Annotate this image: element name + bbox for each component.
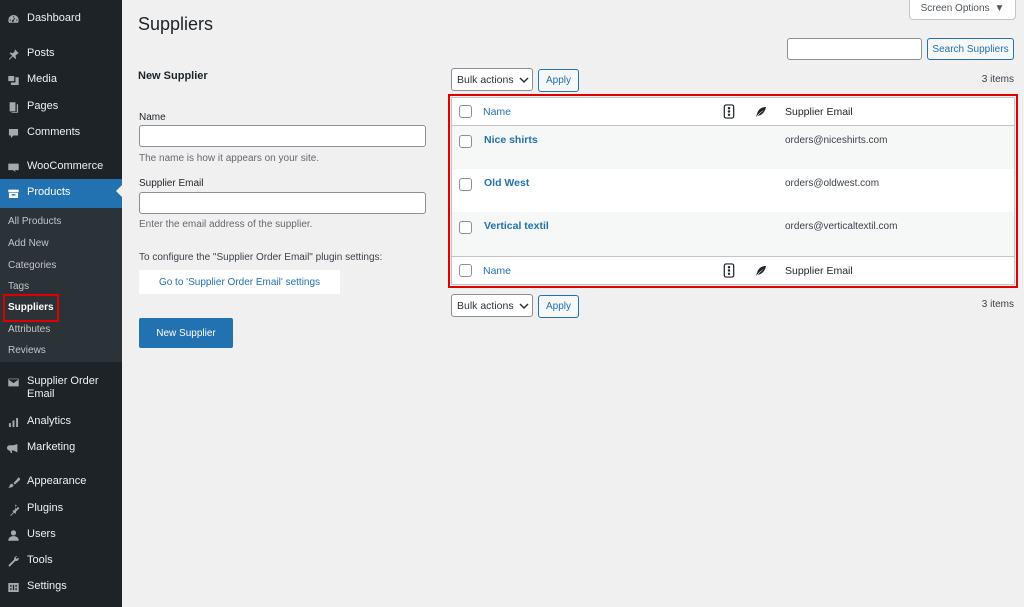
sidebar-item-label: Comments — [27, 126, 81, 138]
email-label: Supplier Email — [139, 178, 204, 189]
sidebar-item-label: Settings — [27, 580, 67, 592]
table-highlight-box — [448, 94, 1018, 288]
sidebar-item-users[interactable]: Users — [0, 528, 122, 542]
sidebar-item-label: Appearance — [27, 475, 87, 487]
apply-button-top[interactable]: Apply — [538, 69, 579, 92]
sidebar-item-settings[interactable]: Settings — [0, 580, 122, 594]
submenu-item-tags[interactable]: Tags — [8, 281, 29, 292]
products-submenu: All Products Add New Categories Tags Sup… — [0, 208, 122, 362]
search-suppliers-button[interactable]: Search Suppliers — [927, 38, 1014, 60]
screen-options-label: Screen Options — [920, 3, 990, 14]
sidebar-item-posts[interactable]: Posts — [0, 47, 122, 61]
email-icon — [6, 375, 20, 389]
chevron-down-icon — [519, 302, 529, 309]
suppliers-highlight-box — [3, 294, 59, 322]
pages-icon — [6, 100, 20, 114]
apply-button-bottom[interactable]: Apply — [538, 295, 579, 318]
email-field[interactable] — [139, 192, 426, 214]
plugin-icon — [6, 502, 20, 516]
sidebar-item-pages[interactable]: Pages — [0, 100, 122, 114]
wrench-icon — [6, 554, 20, 568]
config-text: To configure the "Supplier Order Email" … — [139, 252, 383, 263]
settings-icon — [6, 580, 20, 594]
sidebar-item-label: Analytics — [27, 415, 72, 427]
admin-sidebar: Dashboard Posts Media Pages Comments Woo… — [0, 0, 122, 607]
submenu-item-categories[interactable]: Categories — [8, 260, 56, 271]
name-label: Name — [139, 112, 166, 123]
item-count-top: 3 items — [981, 74, 1014, 85]
name-description: The name is how it appears on your site. — [139, 153, 320, 164]
chevron-down-icon — [519, 76, 529, 83]
item-count-bottom: 3 items — [981, 299, 1014, 310]
sidebar-item-products[interactable]: Products — [0, 179, 122, 208]
caret-down-icon: ▼ — [994, 3, 1005, 14]
sidebar-item-label: Media — [27, 73, 57, 85]
sidebar-item-label: Dashboard — [27, 12, 81, 24]
sidebar-item-label: Plugins — [27, 502, 64, 514]
bulk-actions-select-top[interactable]: Bulk actions — [451, 68, 533, 91]
email-description: Enter the email address of the supplier. — [139, 219, 313, 230]
comment-icon — [6, 126, 20, 140]
submenu-item-reviews[interactable]: Reviews — [8, 345, 46, 356]
sidebar-item-label: Users — [27, 528, 56, 540]
name-field[interactable] — [139, 125, 426, 147]
media-icon — [6, 73, 20, 87]
user-icon — [6, 528, 20, 542]
bulk-actions-label: Bulk actions — [457, 299, 514, 312]
dashboard-icon — [6, 12, 20, 26]
megaphone-icon — [6, 441, 20, 455]
sidebar-item-label: Marketing — [27, 441, 76, 453]
sidebar-item-label: Tools — [27, 554, 53, 566]
sidebar-item-label: Supplier Order Email — [27, 375, 99, 400]
sidebar-item-media[interactable]: Media — [0, 73, 122, 87]
chart-icon — [6, 415, 20, 429]
bulk-actions-label: Bulk actions — [457, 73, 514, 86]
sidebar-item-analytics[interactable]: Analytics — [0, 415, 122, 429]
archive-icon — [6, 186, 20, 200]
sidebar-item-dashboard[interactable]: Dashboard — [0, 12, 122, 26]
settings-link-button[interactable]: Go to 'Supplier Order Email' settings — [139, 270, 340, 294]
bulk-actions-select-bottom[interactable]: Bulk actions — [451, 294, 533, 317]
page-title: Suppliers — [138, 14, 214, 34]
screen-options-button[interactable]: Screen Options ▼ — [909, 0, 1016, 20]
submenu-item-add-new[interactable]: Add New — [8, 238, 49, 249]
pin-icon — [6, 47, 20, 61]
sidebar-item-woocommerce[interactable]: WooCommerce — [0, 160, 122, 174]
sidebar-item-supplier-order-email[interactable]: Supplier Order Email — [0, 375, 122, 401]
sidebar-item-label: WooCommerce — [27, 160, 104, 172]
sidebar-item-label: Posts — [27, 47, 55, 59]
sidebar-item-comments[interactable]: Comments — [0, 126, 122, 140]
submenu-item-all-products[interactable]: All Products — [8, 216, 61, 227]
sidebar-item-marketing[interactable]: Marketing — [0, 441, 122, 455]
woo-icon — [6, 160, 20, 174]
sidebar-item-tools[interactable]: Tools — [0, 554, 122, 568]
sidebar-item-label: Pages — [27, 100, 59, 112]
sidebar-item-plugins[interactable]: Plugins — [0, 502, 122, 516]
new-supplier-button[interactable]: New Supplier — [139, 318, 233, 348]
sidebar-item-appearance[interactable]: Appearance — [0, 475, 122, 489]
submenu-item-attributes[interactable]: Attributes — [8, 324, 50, 335]
brush-icon — [6, 475, 20, 489]
sidebar-item-label: Products — [27, 186, 71, 198]
search-input[interactable] — [787, 38, 922, 60]
form-heading: New Supplier — [138, 70, 208, 82]
